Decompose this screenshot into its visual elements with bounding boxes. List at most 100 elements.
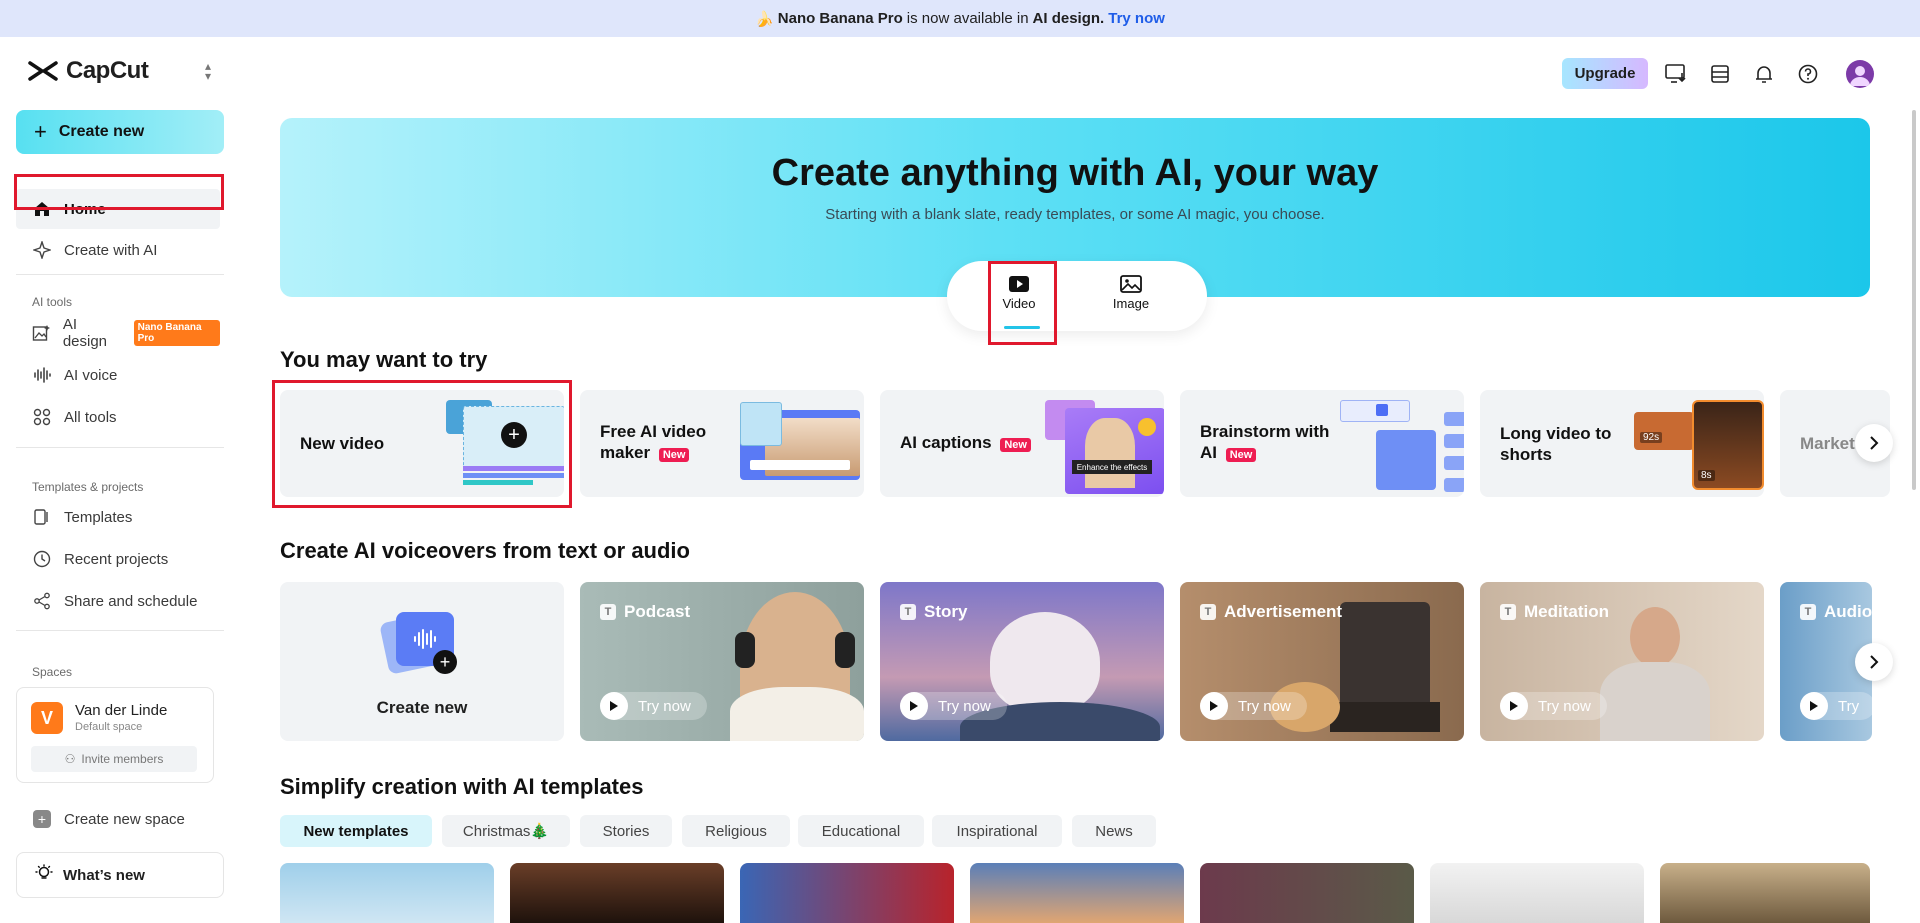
banana-emoji: 🍌 [755, 10, 774, 28]
try-next-button[interactable] [1855, 424, 1893, 462]
whats-new-button[interactable]: What’s new [16, 852, 224, 898]
try-card-brainstorm[interactable]: Brainstorm with AI New [1180, 390, 1464, 497]
chip-christmas[interactable]: Christmas🎄 [442, 815, 570, 847]
image-sparkle-icon [32, 323, 51, 343]
sidebar-item-all-tools[interactable]: All tools [16, 397, 220, 437]
templates-projects-heading: Templates & projects [32, 480, 144, 494]
announcement-banner: 🍌 Nano Banana Pro is now available in AI… [0, 0, 1920, 37]
space-name: Van der Linde [75, 702, 168, 719]
help-icon[interactable] [1794, 60, 1822, 88]
play-icon [1500, 692, 1528, 720]
mode-toggle: Video Image [947, 261, 1207, 331]
spaces-heading: Spaces [32, 665, 73, 679]
create-new-space-button[interactable]: + Create new space [16, 799, 220, 839]
invite-members-button[interactable]: ⚇ Invite members [31, 746, 197, 772]
try-card-label: AI captions New [900, 390, 1040, 497]
tab-image-label: Image [1112, 296, 1150, 311]
sidebar-item-ai-voice[interactable]: AI voice [16, 355, 220, 395]
divider [16, 630, 224, 631]
sidebar-item-label: AI design [62, 316, 108, 350]
video-icon [1009, 276, 1029, 292]
voice-card-title: T Story [900, 602, 967, 622]
page-scrollbar[interactable] [1912, 110, 1916, 490]
grid-icon [32, 407, 52, 427]
template-thumbnail[interactable] [1200, 863, 1414, 923]
try-now-button[interactable]: Try now [900, 692, 1007, 720]
bell-icon[interactable] [1750, 60, 1778, 88]
sidebar-item-templates[interactable]: Templates [16, 497, 220, 537]
voice-create-new-card[interactable]: + Create new [280, 582, 564, 741]
text-icon: T [900, 604, 916, 620]
chip-stories[interactable]: Stories [580, 815, 672, 847]
space-avatar: V [31, 702, 63, 734]
try-card-ai-captions[interactable]: AI captions New Enhance the effects [880, 390, 1164, 497]
try-card-new-video[interactable]: New video + [280, 390, 564, 497]
try-card-free-ai-video-maker[interactable]: Free AI video maker New [580, 390, 864, 497]
sidebar-item-label: Home [64, 200, 106, 218]
voice-next-button[interactable] [1855, 643, 1893, 681]
try-now-button[interactable]: Try now [600, 692, 707, 720]
sidebar-item-share-schedule[interactable]: Share and schedule [16, 581, 220, 621]
template-thumbnail[interactable] [1430, 863, 1644, 923]
banner-feature: AI design. [1032, 10, 1105, 27]
template-thumbnail[interactable] [280, 863, 494, 923]
voice-card-title: T Podcast [600, 602, 690, 622]
chip-educational[interactable]: Educational [798, 815, 924, 847]
try-card-long-video-to-shorts[interactable]: Long video to shorts 92s 8s [1480, 390, 1764, 497]
banner-try-now-link[interactable]: Try now [1108, 10, 1165, 27]
capcut-logo[interactable]: CapCut [28, 57, 149, 85]
chip-religious[interactable]: Religious [682, 815, 790, 847]
sidebar-item-recent-projects[interactable]: Recent projects [16, 539, 220, 579]
chevron-right-icon [1870, 655, 1879, 669]
text-icon: T [1800, 604, 1816, 620]
space-card[interactable]: V Van der Linde Default space ⚇ Invite m… [16, 687, 214, 783]
ai-tools-heading: AI tools [32, 295, 73, 309]
try-now-button[interactable]: Try [1800, 692, 1872, 720]
text-icon: T [1200, 604, 1216, 620]
voice-card-podcast[interactable]: T Podcast Try now [580, 582, 864, 741]
upgrade-button[interactable]: Upgrade [1562, 58, 1648, 89]
invite-members-label: Invite members [81, 752, 164, 766]
image-icon [1120, 275, 1142, 293]
try-now-button[interactable]: Try now [1500, 692, 1607, 720]
create-new-button[interactable]: + Create new [16, 110, 224, 154]
new-tag: New [1225, 448, 1257, 462]
template-thumbnail[interactable] [1660, 863, 1870, 923]
sidebar: CapCut ▴ ▾ + Create new Home Create with … [0, 37, 232, 915]
try-now-button[interactable]: Try now [1200, 692, 1307, 720]
try-card-label: Long video to shorts [1500, 423, 1612, 464]
chip-inspirational[interactable]: Inspirational [932, 815, 1062, 847]
tab-image[interactable]: Image [1101, 275, 1161, 311]
workspace-switch-icon[interactable]: ▴ ▾ [200, 60, 216, 82]
sparkle-icon [32, 240, 52, 260]
tab-video[interactable]: Video [989, 275, 1049, 311]
lightbulb-icon [35, 864, 53, 886]
template-thumbnail[interactable] [510, 863, 724, 923]
template-thumbnail[interactable] [740, 863, 954, 923]
sidebar-item-label: Templates [64, 508, 133, 526]
plus-square-icon: + [32, 809, 52, 829]
try-card-label: New video [300, 434, 385, 453]
template-icon [32, 507, 52, 527]
storage-icon[interactable] [1706, 60, 1734, 88]
voice-card-story[interactable]: T Story Try now [880, 582, 1164, 741]
voice-card-advertisement[interactable]: T Advertisement Try now [1180, 582, 1464, 741]
chip-news[interactable]: News [1072, 815, 1156, 847]
hero-subtitle: Starting with a blank slate, ready templ… [825, 206, 1325, 223]
plus-circle-icon: + [501, 422, 527, 448]
voice-card-meditation[interactable]: T Meditation Try now [1480, 582, 1764, 741]
sidebar-item-ai-design[interactable]: AI design Nano Banana Pro [16, 313, 220, 353]
sidebar-item-create-with-ai[interactable]: Create with AI [16, 230, 220, 270]
create-new-label: Create new [58, 123, 145, 140]
active-tab-indicator [1004, 326, 1040, 329]
captions-sample-text: Enhance the effects [1072, 460, 1152, 474]
chip-new-templates[interactable]: New templates [280, 815, 432, 847]
play-icon [600, 692, 628, 720]
sidebar-item-home[interactable]: Home [16, 189, 220, 229]
play-icon [1800, 692, 1828, 720]
banner-product: Nano Banana Pro [777, 10, 903, 27]
user-avatar[interactable] [1846, 60, 1874, 88]
desktop-download-icon[interactable] [1662, 60, 1690, 88]
template-thumbnail[interactable] [970, 863, 1184, 923]
sidebar-item-label: All tools [64, 408, 117, 426]
